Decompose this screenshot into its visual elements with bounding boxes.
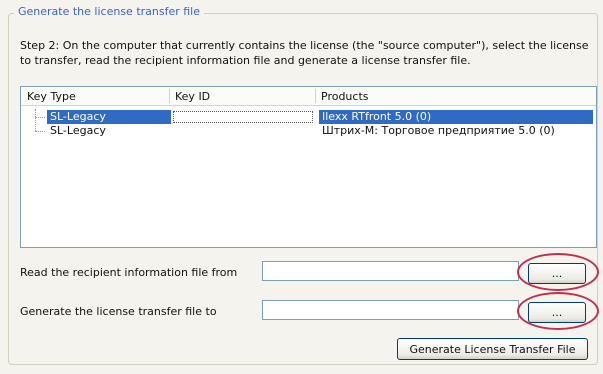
cell-key-type: SL-Legacy xyxy=(50,124,106,137)
table-row[interactable]: SL-Legacy Ilexx RTfront 5.0 (0) xyxy=(21,110,596,124)
groupbox-title: Generate the license transfer file xyxy=(14,5,205,18)
cell-products: Ilexx RTfront 5.0 (0) xyxy=(319,110,593,124)
transfer-file-output-input[interactable] xyxy=(262,300,519,320)
read-recipient-label: Read the recipient information file from xyxy=(20,266,238,279)
annotation-circle xyxy=(517,253,599,291)
column-separator[interactable] xyxy=(315,89,316,103)
column-key-id[interactable]: Key ID xyxy=(175,90,210,103)
generate-license-transfer-file-button[interactable]: Generate License Transfer File xyxy=(397,338,588,360)
column-key-type[interactable]: Key Type xyxy=(27,90,76,103)
dialog-panel: Generate the license transfer file Step … xyxy=(0,0,603,374)
cell-key-type: SL-Legacy xyxy=(47,110,171,124)
cell-key-id xyxy=(173,111,313,123)
column-products[interactable]: Products xyxy=(321,90,369,103)
table-row[interactable]: SL-Legacy Штрих-М: Торговое предприятие … xyxy=(21,124,596,138)
column-separator[interactable] xyxy=(169,89,170,103)
generate-to-label: Generate the license transfer file to xyxy=(20,305,217,318)
license-list[interactable]: Key Type Key ID Products SL-Legacy Ilexx… xyxy=(20,86,597,248)
annotation-circle xyxy=(517,292,599,330)
cell-products: Штрих-М: Торговое предприятие 5.0 (0) xyxy=(322,124,555,137)
list-header: Key Type Key ID Products xyxy=(21,87,596,106)
step-instructions: Step 2: On the computer that currently c… xyxy=(20,39,589,67)
recipient-file-input[interactable] xyxy=(262,261,519,281)
